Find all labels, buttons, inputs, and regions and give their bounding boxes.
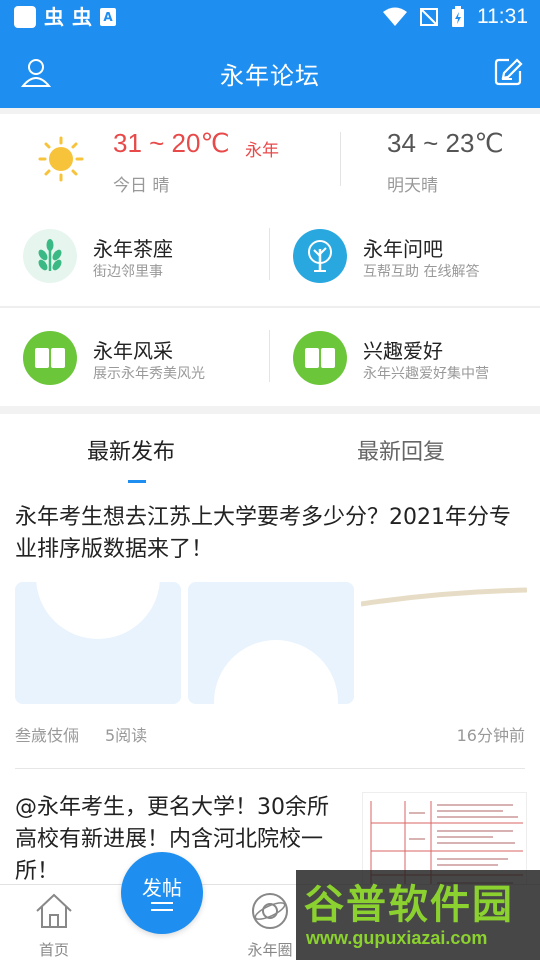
bug-notification-icon: 虫 bbox=[72, 5, 92, 29]
tomorrow-weather-label: 明天晴 bbox=[387, 176, 438, 196]
post-image[interactable] bbox=[188, 582, 354, 704]
section-gap bbox=[0, 406, 540, 414]
post-time: 16分钟前 bbox=[456, 726, 525, 745]
a-notification-icon: A bbox=[100, 8, 116, 26]
nav-home-label: 首页 bbox=[38, 941, 69, 959]
category-title: 永年茶座 bbox=[93, 237, 173, 261]
watermark-url: www.gupuxiazai.com bbox=[306, 928, 488, 948]
divider bbox=[269, 228, 270, 280]
post-read-count: 5阅读 bbox=[105, 726, 148, 745]
new-post-button[interactable]: 发帖 bbox=[121, 852, 203, 934]
book-icon bbox=[293, 331, 347, 385]
feed-tabs bbox=[0, 414, 540, 484]
tree-icon bbox=[293, 229, 347, 283]
category-tea-house[interactable]: 永年茶座 街边邻里事 bbox=[23, 229, 253, 309]
category-title: 永年风采 bbox=[93, 339, 173, 363]
category-subtitle: 展示永年秀美风光 bbox=[93, 366, 205, 382]
nav-home[interactable]: 首页 bbox=[14, 891, 94, 959]
tomorrow-temperature: 34 ~ 23℃ bbox=[387, 128, 504, 158]
category-scenery[interactable]: 永年风采 展示永年秀美风光 bbox=[23, 331, 253, 411]
divider bbox=[340, 132, 341, 186]
category-title: 兴趣爱好 bbox=[363, 339, 443, 363]
today-weather-label: 今日 晴 bbox=[113, 176, 170, 196]
category-subtitle: 街边邻里事 bbox=[93, 264, 163, 280]
active-tab-indicator bbox=[128, 480, 146, 483]
post-title[interactable]: 永年考生想去江苏上大学要考多少分？2021年分专业排序版数据来了！ bbox=[15, 502, 527, 566]
category-title: 永年问吧 bbox=[363, 237, 443, 261]
no-signal-icon bbox=[420, 8, 438, 26]
post-author[interactable]: 叁歲伎倆 bbox=[15, 722, 79, 746]
bug-notification-icon: 虫 bbox=[44, 5, 64, 29]
category-qa[interactable]: 永年问吧 互帮互助 在线解答 bbox=[293, 229, 533, 309]
new-post-label: 发帖 bbox=[142, 876, 182, 900]
page-title: 永年论坛 bbox=[220, 62, 320, 90]
city-label: 永年 bbox=[245, 141, 279, 161]
today-temperature: 31 ~ 20℃ bbox=[113, 128, 230, 158]
sun-icon bbox=[38, 136, 84, 182]
divider bbox=[15, 768, 525, 769]
category-subtitle: 永年兴趣爱好集中营 bbox=[363, 366, 489, 382]
leaf-icon bbox=[23, 229, 77, 283]
post-image[interactable] bbox=[361, 582, 527, 704]
home-icon bbox=[36, 893, 72, 928]
clock: 11:31 bbox=[477, 5, 528, 28]
watermark-brand: 谷普软件园 bbox=[304, 882, 514, 928]
app-notification-icon bbox=[14, 6, 36, 28]
tab-latest-replies[interactable]: 最新回复 bbox=[357, 434, 445, 466]
book-icon bbox=[23, 331, 77, 385]
tab-latest-posts[interactable]: 最新发布 bbox=[87, 434, 175, 466]
post-image[interactable] bbox=[15, 582, 181, 704]
category-subtitle: 互帮互助 在线解答 bbox=[363, 264, 480, 280]
planet-icon bbox=[252, 893, 288, 929]
divider bbox=[269, 330, 270, 382]
edit-icon[interactable] bbox=[490, 54, 526, 90]
status-bar: 虫 虫 A 11:31 bbox=[0, 0, 540, 36]
category-hobbies[interactable]: 兴趣爱好 永年兴趣爱好集中营 bbox=[293, 331, 533, 411]
menu-lines-icon bbox=[151, 902, 173, 916]
wifi-icon bbox=[383, 7, 407, 26]
battery-charging-icon bbox=[452, 6, 464, 27]
app-header: 永年论坛 bbox=[0, 36, 540, 108]
watermark: 谷普软件园 www.gupuxiazai.com bbox=[296, 870, 540, 960]
